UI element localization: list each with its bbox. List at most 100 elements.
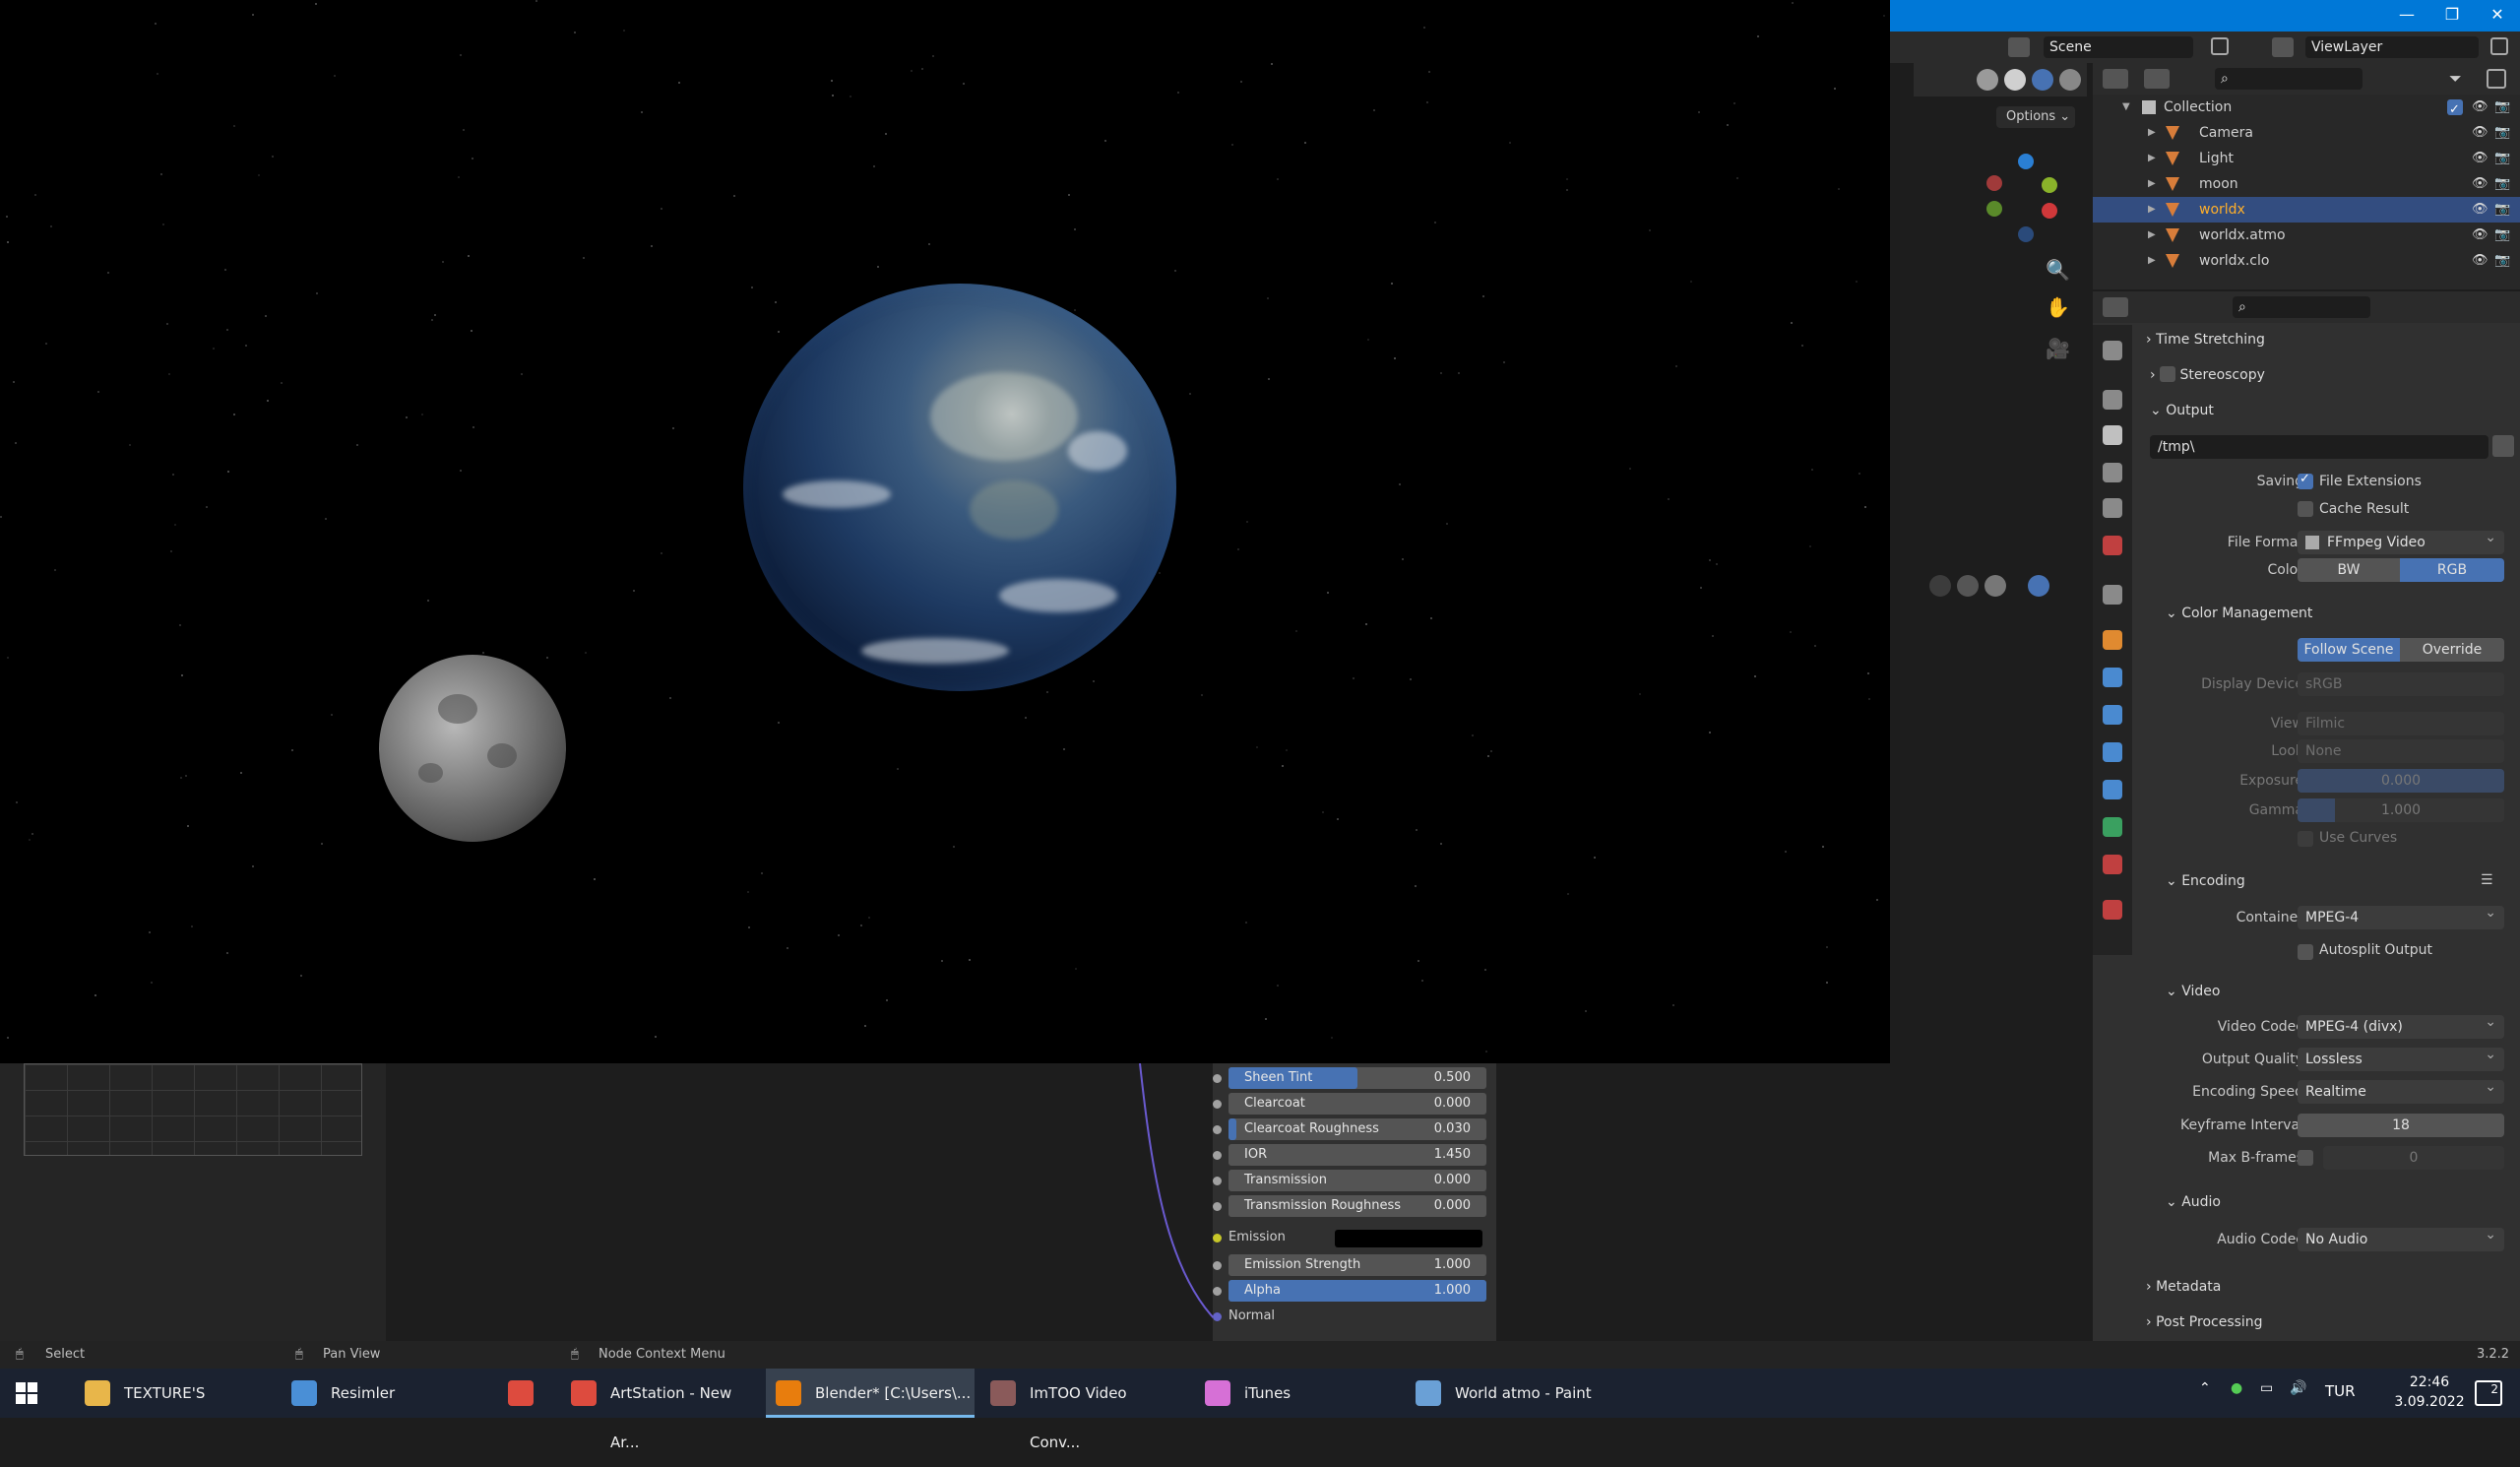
keyframe-interval-field[interactable]: 18 [2298,1114,2504,1137]
max-bframes-field[interactable]: 0 [2323,1146,2504,1170]
expand-triangle-icon[interactable]: ▶ [2148,120,2156,146]
color-bw-button[interactable]: BW [2298,558,2400,582]
encoding-panel[interactable]: ⌄ Encoding [2166,866,2245,896]
scene-icon[interactable] [2008,37,2030,57]
minimize-button[interactable]: — [2384,0,2429,32]
taskbar-app-button[interactable]: TEXTURE'S [75,1369,262,1418]
constraints-tab-icon[interactable] [2103,780,2122,799]
properties-search-input[interactable]: ⌕ [2233,296,2370,318]
texture-tab-icon[interactable] [2103,900,2122,920]
rendered-shading-icon[interactable] [2059,69,2081,91]
options-dropdown[interactable]: Options ⌄ [1996,106,2075,128]
collection-tab-icon[interactable] [2103,585,2122,605]
taskbar-app-button[interactable]: World atmo - Paint [1406,1369,1632,1418]
close-button[interactable]: ✕ [2475,0,2520,32]
view-dropdown[interactable]: Filmic [2298,712,2504,735]
node-input-field[interactable]: Sheen Tint 0.500 [1213,1067,1486,1089]
color-rgb-button[interactable]: RGB [2400,558,2504,582]
view-layer-tab-icon[interactable] [2103,463,2122,482]
material-tab-icon[interactable] [2103,855,2122,874]
socket[interactable] [1213,1202,1222,1211]
network-shield-icon[interactable]: ● [2231,1380,2242,1396]
proportional-icon[interactable] [1957,575,1979,597]
clock[interactable]: 22:46 3.09.2022 [2390,1372,2469,1412]
scene-selector[interactable]: Scene [2044,36,2193,58]
display-device-dropdown[interactable]: sRGB [2298,672,2504,696]
autosplit-checkbox[interactable] [2298,944,2313,960]
notification-center-icon[interactable]: 2 [2475,1380,2502,1406]
language-indicator[interactable]: TUR [2325,1382,2356,1400]
node-input-field[interactable]: Clearcoat Roughness 0.030 [1213,1118,1486,1140]
outliner-search-input[interactable]: ⌕ [2215,68,2362,90]
render-camera-icon[interactable]: 📷 [2494,223,2510,248]
outliner-item[interactable]: ▶ worldx.clo 👁 📷 [2093,248,2520,274]
cache-result-checkbox[interactable] [2298,501,2313,517]
outliner-item[interactable]: ▶ Camera 👁 📷 [2093,120,2520,146]
world-tab-icon[interactable] [2103,536,2122,555]
output-path-input[interactable]: /tmp\ [2150,435,2488,459]
render-camera-icon[interactable]: 📷 [2494,197,2510,223]
collection-row[interactable]: ▼ Collection 👁 📷 [2093,95,2520,123]
expand-triangle-icon[interactable]: ▶ [2148,171,2156,197]
filter-icon[interactable]: ⏷ [2449,69,2462,89]
outliner-item[interactable]: ▶ worldx 👁 📷 [2093,197,2520,223]
eye-icon[interactable]: 👁 [2472,120,2488,146]
volume-icon[interactable]: 🔊 [2290,1380,2306,1396]
principled-bsdf-node[interactable]: Sheen Tint 0.500 Clearcoat 0.000 Clearcoat R… [1213,1063,1496,1341]
network-icon[interactable]: ▭ [2260,1380,2273,1396]
collection-exclude-checkbox[interactable] [2447,97,2463,123]
socket[interactable] [1213,1100,1222,1109]
socket[interactable] [1213,1287,1222,1296]
time-stretching-panel[interactable]: › Time Stretching [2146,325,2265,354]
render-camera-icon[interactable]: 📷 [2494,146,2510,171]
taskbar-app-button[interactable]: ArtStation - New Ar... [561,1369,748,1451]
eye-icon[interactable]: 👁 [2472,197,2488,223]
output-panel[interactable]: ⌄ Output [2150,396,2214,425]
material-shading-icon[interactable] [2032,69,2053,91]
file-format-dropdown[interactable]: FFmpeg Video [2298,526,2504,554]
exposure-slider[interactable]: 0.000 [2298,769,2504,793]
taskbar-app-button[interactable] [498,1369,557,1418]
alpha-field[interactable]: Alpha 1.000 [1213,1280,1486,1302]
filter-mode-icon[interactable] [2144,69,2170,89]
taskbar-app-button[interactable]: Resimler [282,1369,469,1418]
camera-view-icon[interactable]: 🎥 [2046,337,2070,360]
scene-tab-icon[interactable] [2103,498,2122,518]
emission-strength-field[interactable]: Emission Strength 1.000 [1213,1254,1486,1276]
socket[interactable] [1213,1125,1222,1134]
zoom-icon[interactable]: 🔍 [2046,258,2070,282]
windows-start-icon[interactable] [16,1382,37,1404]
output-tab-icon[interactable] [2103,425,2122,445]
navigation-gizmo[interactable] [1971,148,2079,256]
render-camera-icon[interactable]: 📷 [2494,120,2510,146]
editor-type-icon[interactable] [2103,297,2128,317]
particles-tab-icon[interactable] [2103,705,2122,725]
taskbar-app-button[interactable]: ImTOO Video Conv... [980,1369,1177,1451]
hand-pan-icon[interactable]: ✋ [2046,295,2070,319]
physics-tab-icon[interactable] [2103,742,2122,762]
socket[interactable] [1213,1261,1222,1270]
expand-triangle-icon[interactable]: ▶ [2148,223,2156,248]
new-scene-icon[interactable] [2211,37,2229,55]
solid-shading-icon[interactable] [2004,69,2026,91]
snap-icon[interactable] [1929,575,1951,597]
show-hidden-icons-icon[interactable]: ⌃ [2199,1380,2211,1396]
socket[interactable] [1213,1074,1222,1083]
outliner-item[interactable]: ▶ moon 👁 📷 [2093,171,2520,197]
audio-codec-dropdown[interactable]: No Audio [2298,1223,2504,1251]
video-panel[interactable]: ⌄ Video [2166,977,2220,1006]
use-curves-checkbox[interactable] [2298,831,2313,847]
expand-triangle-icon[interactable]: ▶ [2148,248,2156,274]
object-tab-icon[interactable] [2103,630,2122,650]
outliner[interactable]: ⌕ ⏷ ▼ Collection 👁 📷 ▶Camera👁📷▶Light👁📷▶m… [2093,63,2520,289]
node-input-field[interactable]: IOR 1.450 [1213,1144,1486,1166]
output-quality-dropdown[interactable]: Lossless [2298,1043,2504,1071]
color-management-panel[interactable]: ⌄ Color Management [2166,599,2312,628]
render-camera-icon[interactable]: 📷 [2494,95,2510,120]
modifier-tab-icon[interactable] [2103,668,2122,687]
eye-icon[interactable]: 👁 [2472,248,2488,274]
new-collection-icon[interactable] [2487,69,2506,89]
post-processing-panel[interactable]: › Post Processing [2146,1308,2263,1337]
expand-triangle-icon[interactable]: ▶ [2148,146,2156,171]
expand-triangle-icon[interactable]: ▶ [2148,197,2156,223]
